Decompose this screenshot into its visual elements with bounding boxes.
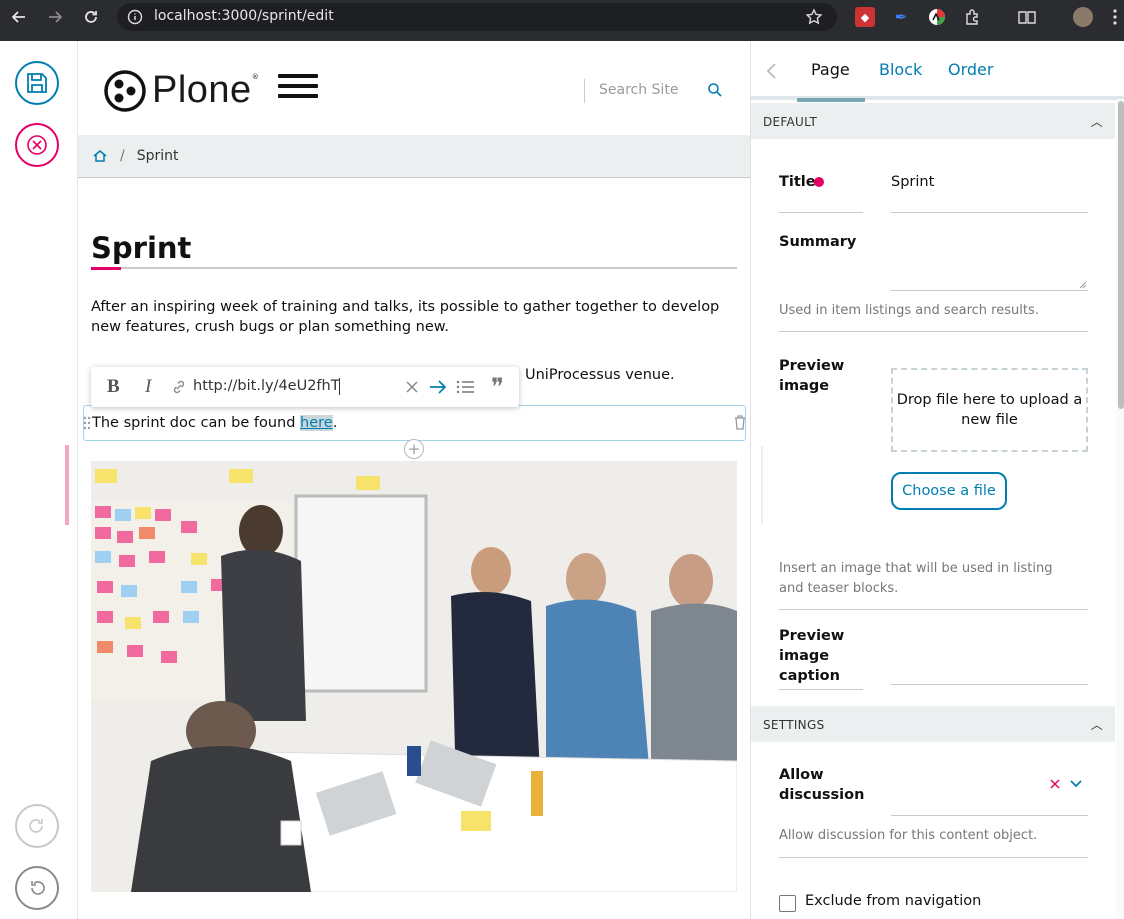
sidebar-scroll-thumb[interactable]	[1118, 101, 1124, 409]
search-placeholder: Search Site	[599, 82, 679, 98]
site-header: Plone ® Search Site	[78, 41, 750, 135]
block-indicator	[65, 445, 69, 525]
clear-link-icon[interactable]	[404, 379, 420, 395]
edit-toolbar	[0, 41, 78, 919]
summary-label: Summary	[779, 234, 857, 250]
drag-handle-icon[interactable]	[82, 415, 92, 431]
settings-sidebar: Page Block Order DEFAULT ︿ Title Sprint …	[750, 41, 1124, 919]
exclude-nav-checkbox[interactable]	[779, 895, 796, 912]
content-area: Sprint After an inspiring week of traini…	[78, 179, 750, 919]
sprint-photo[interactable]	[91, 461, 737, 892]
menu-hamburger-icon[interactable]	[278, 74, 318, 98]
chevron-up-icon[interactable]: ︿	[1091, 113, 1103, 130]
bold-icon[interactable]: B	[107, 376, 120, 398]
undo-button[interactable]	[15, 866, 59, 910]
sidebar-tabs: Page Block Order	[751, 41, 1124, 102]
search-input[interactable]: Search Site	[584, 79, 734, 103]
preview-caption-label: Preview image caption	[779, 628, 845, 684]
reading-list-icon[interactable]	[1017, 7, 1037, 27]
search-icon[interactable]	[707, 82, 723, 98]
allow-discussion-help-text: Allow discussion for this content object…	[779, 828, 1038, 843]
save-icon	[27, 73, 47, 93]
summary-help-text: Used in item listings and search results…	[779, 303, 1039, 318]
section-default-header[interactable]: DEFAULT ︿	[751, 103, 1115, 139]
preview-image-label: Preview image	[779, 358, 845, 394]
delete-block-icon[interactable]	[733, 414, 747, 430]
blockquote-icon[interactable]: ❞	[491, 373, 504, 402]
cancel-button[interactable]	[15, 123, 59, 167]
bullet-list-icon[interactable]	[455, 379, 475, 395]
summary-textarea[interactable]	[891, 231, 1088, 291]
selected-link-text[interactable]: here	[300, 415, 333, 431]
extension-icon-1[interactable]: ◆	[855, 7, 875, 27]
clear-selection-icon[interactable]	[1049, 778, 1061, 790]
site-info-icon[interactable]	[127, 9, 143, 25]
file-dropzone[interactable]: Drop file here to upload a new file	[891, 368, 1088, 452]
browser-menu-icon[interactable]	[1110, 7, 1120, 27]
preview-image-help-text: Insert an image that will be used in lis…	[779, 561, 1053, 596]
sprint-photo-image	[91, 461, 737, 892]
paragraph-sprint-doc[interactable]: The sprint doc can be found here.	[92, 413, 742, 433]
exclude-nav-label[interactable]: Exclude from navigation	[805, 893, 981, 909]
browser-toolbar: localhost:3000/sprint/edit ◆ ✒	[0, 0, 1124, 41]
tab-order[interactable]: Order	[948, 60, 993, 79]
chevron-up-icon[interactable]: ︿	[1091, 716, 1103, 733]
tab-block[interactable]: Block	[879, 60, 922, 79]
back-icon[interactable]	[10, 0, 28, 34]
forward-icon[interactable]	[46, 0, 64, 34]
italic-icon[interactable]: I	[145, 376, 151, 398]
choose-file-button[interactable]: Choose a file	[891, 472, 1007, 510]
collapse-sidebar-chevron-icon[interactable]	[765, 62, 779, 80]
profile-avatar[interactable]	[1073, 7, 1093, 27]
intro-paragraph[interactable]: After an inspiring week of training and …	[91, 297, 741, 337]
plone-logo-icon	[104, 69, 146, 112]
address-bar[interactable]: localhost:3000/sprint/edit	[117, 3, 837, 31]
plone-logo[interactable]: Plone ®	[104, 69, 259, 112]
reload-icon[interactable]	[82, 0, 100, 34]
undo-icon	[31, 881, 45, 895]
extensions-puzzle-icon[interactable]	[963, 7, 983, 27]
required-indicator	[814, 177, 824, 187]
save-button[interactable]	[15, 61, 59, 105]
title-label: Title	[779, 174, 816, 190]
link-url-input[interactable]: http://bit.ly/4eU2fhT	[171, 373, 441, 401]
extension-icon-2[interactable]: ✒	[891, 7, 911, 27]
redo-icon	[29, 819, 43, 833]
close-icon	[27, 135, 47, 155]
logo-text: Plone	[152, 69, 252, 111]
bookmark-star-icon[interactable]	[805, 8, 823, 26]
breadcrumb-current[interactable]: Sprint	[137, 148, 179, 164]
preview-caption-input[interactable]	[891, 684, 1088, 685]
link-editor-toolbar: B I http://bit.ly/4eU2fhT ❞	[91, 367, 519, 407]
section-settings-header[interactable]: SETTINGS ︿	[751, 706, 1115, 742]
tab-page[interactable]: Page	[811, 60, 850, 79]
link-url-value: http://bit.ly/4eU2fhT	[193, 378, 340, 394]
chevron-down-icon[interactable]	[1070, 779, 1082, 789]
extension-icon-3[interactable]	[927, 7, 947, 27]
allow-discussion-label: Allow discussion	[779, 767, 865, 803]
home-icon[interactable]	[92, 148, 108, 164]
url-text: localhost:3000/sprint/edit	[154, 8, 334, 24]
redo-button[interactable]	[15, 804, 59, 848]
breadcrumb: / Sprint	[78, 135, 750, 178]
title-field-value[interactable]: Sprint	[891, 174, 934, 190]
link-icon	[173, 380, 185, 394]
allow-discussion-select[interactable]	[891, 763, 1088, 816]
submit-link-arrow-icon[interactable]	[428, 378, 448, 396]
page-title[interactable]: Sprint	[91, 231, 191, 265]
add-block-button[interactable]: +	[404, 439, 424, 459]
